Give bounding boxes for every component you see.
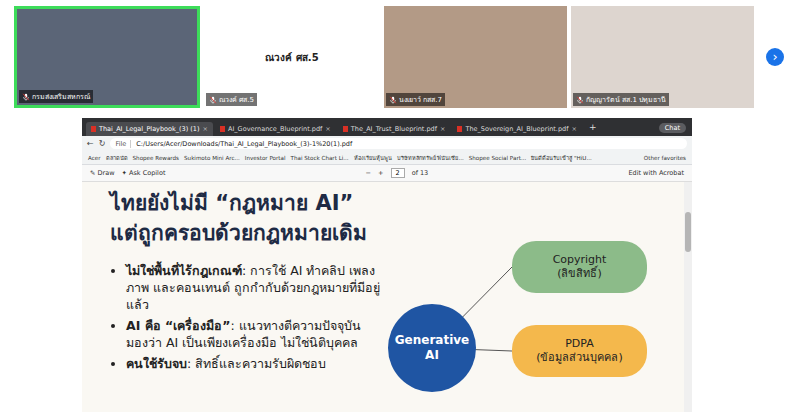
zoom-in-button[interactable]: + xyxy=(378,169,383,177)
address-bar[interactable]: ← ↻ File C:/Users/Acer/Downloads/Thai_AI… xyxy=(82,136,692,151)
chat-button[interactable]: Chat xyxy=(659,123,686,133)
name-label: กัญญารัตน์ สส.1 ปทุมธานี xyxy=(573,93,669,106)
bookmark[interactable]: ยินดีต้อนรับเข้าสู่ "HiU... xyxy=(531,154,592,162)
participant-tile[interactable]: กรมส่งเสริมสหกรณ์ xyxy=(14,6,200,108)
back-icon[interactable]: ← xyxy=(87,139,94,148)
bullet: ไม่ใช่พื้นที่ไร้กฎเกณฑ์: การใช้ AI ทำคลิ… xyxy=(126,262,380,313)
refresh-icon[interactable]: ↻ xyxy=(99,139,106,148)
close-tab-button[interactable]: × xyxy=(203,125,208,133)
new-tab-button[interactable]: + xyxy=(584,122,602,136)
other-bookmarks[interactable]: Other favorites xyxy=(644,155,686,161)
slide: ไทยยังไม่มี “กฎหมาย AI”แต่ถูกครอบด้วยกฎห… xyxy=(82,182,684,412)
bookmark[interactable]: Thai Stock Chart Li... xyxy=(291,155,349,161)
shared-screen: Thai_AI_Legal_Playbook_(3) (1) × AI_Gove… xyxy=(82,118,692,412)
slide-heading: แต่ถูกครอบด้วยกฎหมายเดิม xyxy=(110,218,380,248)
name-label: กรมส่งเสริมสหกรณ์ xyxy=(19,90,93,103)
bookmark[interactable]: บริษัทหลักทรัพย์ ฟินันเซีย... xyxy=(397,154,464,162)
pdf-viewport: ไทยยังไม่มี “กฎหมาย AI”แต่ถูกครอบด้วยกฎห… xyxy=(82,182,692,412)
pdf-icon xyxy=(220,126,225,132)
slide-heading: ไทยยังไม่มี “กฎหมาย AI” xyxy=(110,188,380,218)
pdf-icon xyxy=(343,126,348,132)
bookmark[interactable]: Acer xyxy=(88,155,101,161)
close-tab-button[interactable]: × xyxy=(325,125,330,133)
bookmark[interactable]: Shopee Rewards xyxy=(133,155,179,161)
scrollbar[interactable] xyxy=(684,182,692,412)
bookmarks-bar: Acer ตลาดนัด Shopee Rewards Sukimoto Mini A… xyxy=(82,151,692,165)
participant-tile[interactable]: นงเยาว์ กสส.7 xyxy=(384,6,567,108)
bookmark[interactable]: ตลาดนัด xyxy=(106,154,128,162)
bullet: AI คือ “เครื่องมือ”: แนวทางตีความปัจจุบั… xyxy=(126,317,380,351)
edit-acrobat-button[interactable]: Edit with Acrobat xyxy=(628,169,684,177)
mic-off-icon xyxy=(22,93,30,101)
bookmark[interactable]: Investor Portal xyxy=(245,155,286,161)
participant-strip: กรมส่งเสริมสหกรณ์ ณวงค์ ศส.5 ณวงค์ ศส.5 น… xyxy=(0,0,800,112)
page-field[interactable]: 2 xyxy=(391,168,405,178)
tab-bar: Thai_AI_Legal_Playbook_(3) (1) × AI_Gove… xyxy=(82,118,692,136)
draw-button[interactable]: ✎ Draw xyxy=(90,169,115,177)
participant-name: ณวงค์ ศส.5 xyxy=(265,50,318,65)
meeting-window: กรมส่งเสริมสหกรณ์ ณวงค์ ศส.5 ณวงค์ ศส.5 น… xyxy=(0,0,800,412)
next-page-button[interactable]: › xyxy=(766,48,784,66)
mic-off-icon xyxy=(209,96,217,104)
participant-tile[interactable]: กัญญารัตน์ สส.1 ปทุมธานี xyxy=(571,6,754,108)
url-field[interactable]: File C:/Users/Acer/Downloads/Thai_AI_Leg… xyxy=(110,138,687,149)
participant-tile[interactable]: ณวงค์ ศส.5 ณวงค์ ศส.5 xyxy=(204,6,380,108)
pdf-icon xyxy=(91,126,96,132)
close-tab-button[interactable]: × xyxy=(571,125,576,133)
browser-tab[interactable]: The_AI_Trust_Blueprint.pdf × xyxy=(338,122,451,136)
bookmark[interactable]: ห้องเรียนหุ้นพูน xyxy=(354,154,392,162)
zoom-out-button[interactable]: − xyxy=(366,169,371,177)
name-label: ณวงค์ ศส.5 xyxy=(206,93,257,106)
diagram-node: Copyright(ลิขสิทธิ์) xyxy=(512,241,647,293)
mic-off-icon xyxy=(389,96,397,104)
bookmark[interactable]: Sukimoto Mini Arc... xyxy=(184,155,240,161)
browser-tab[interactable]: AI_Governance_Blueprint.pdf × xyxy=(215,122,336,136)
page-count: of 13 xyxy=(412,169,429,177)
pdf-toolbar: ✎ Draw ✦ Ask Copilot − + 2 of 13 Edit wi… xyxy=(82,165,692,182)
browser-tab[interactable]: Thai_AI_Legal_Playbook_(3) (1) × xyxy=(86,122,213,136)
bullet: คนใช้รับจบ: สิทธิ์และความรับผิดชอบ xyxy=(126,355,380,372)
diagram: Copyright(ลิขสิทธิ์) PDPA(ข้อมูลส่วนบุคคล… xyxy=(380,182,684,412)
diagram-center: Generative AI xyxy=(388,304,476,392)
diagram-node: PDPA(ข้อมูลส่วนบุคคล) xyxy=(512,325,647,377)
copilot-button[interactable]: ✦ Ask Copilot xyxy=(122,169,166,177)
name-label: นงเยาว์ กสส.7 xyxy=(386,93,445,106)
browser-tab[interactable]: The_Sovereign_AI_Blueprint.pdf × xyxy=(452,122,581,136)
pdf-icon xyxy=(457,126,462,132)
bookmark[interactable]: Shopee Social Part... xyxy=(469,155,526,161)
mic-off-icon xyxy=(576,96,584,104)
close-tab-button[interactable]: × xyxy=(440,125,445,133)
